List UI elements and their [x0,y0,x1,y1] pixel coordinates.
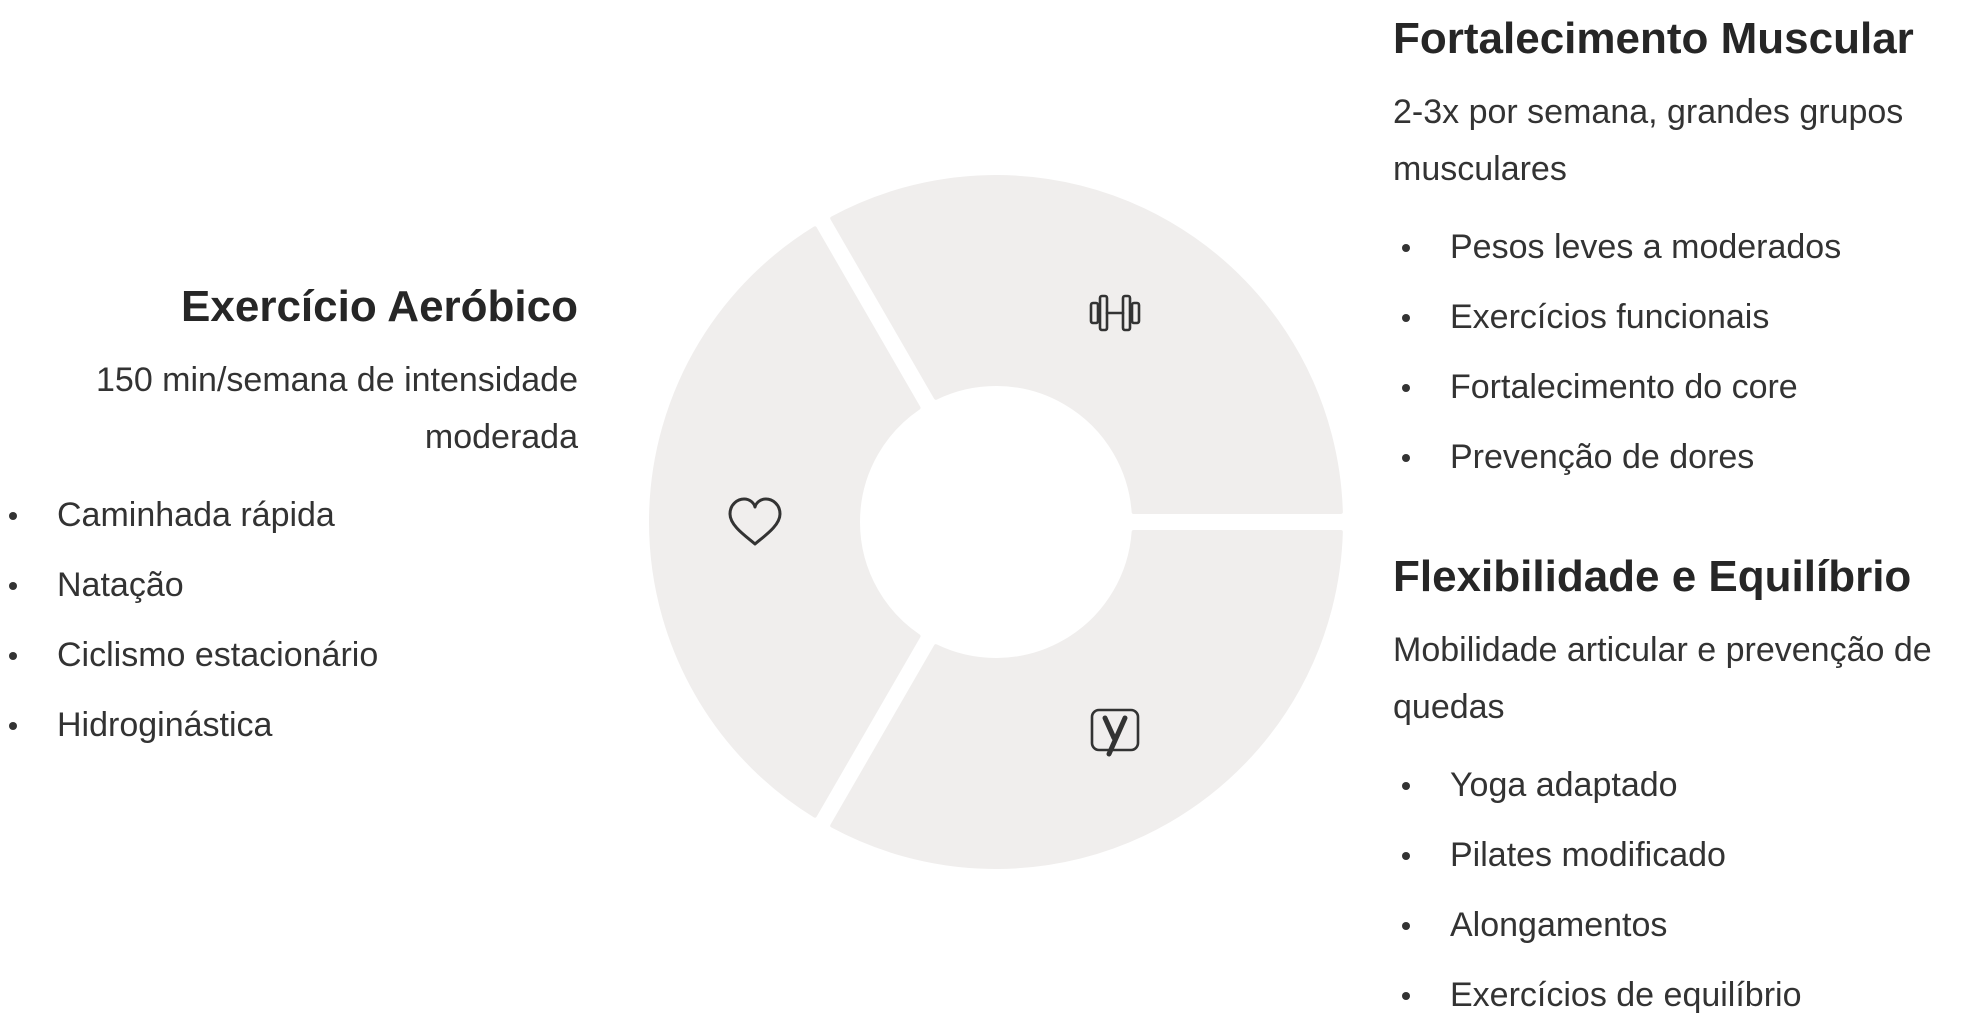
segment-strength-info: Fortalecimento Muscular 2-3x por semana,… [1393,12,1982,492]
list-item: Yoga adaptado [1393,750,1982,820]
segment-flexibility-info: Flexibilidade e Equilíbrio Mobilidade ar… [1393,550,1982,1020]
list-item: Exercícios de equilíbrio [1393,960,1982,1020]
segment-title: Flexibilidade e Equilíbrio [1393,552,1912,601]
segment-item-list: Yoga adaptado Pilates modificado Alongam… [1393,750,1982,1020]
list-item: Exercícios funcionais [1393,282,1982,352]
segment-description: 2-3x por semana, grandes grupos muscular… [1393,93,1904,188]
list-item: Pesos leves a moderados [1393,212,1982,282]
donut-segment-flexibility [830,530,1343,869]
list-item: Fortalecimento do core [1393,352,1982,422]
segment-title: Fortalecimento Muscular [1393,14,1914,63]
donut-segment-strength [830,175,1343,514]
list-item: Pilates modificado [1393,820,1982,890]
segment-item-list: Pesos leves a moderados Exercícios funci… [1393,212,1982,492]
list-item: Alongamentos [1393,890,1982,960]
segment-description: Mobilidade articular e prevenção de qued… [1393,631,1932,726]
donut-segment-aerobic [649,226,921,818]
list-item: Prevenção de dores [1393,422,1982,492]
